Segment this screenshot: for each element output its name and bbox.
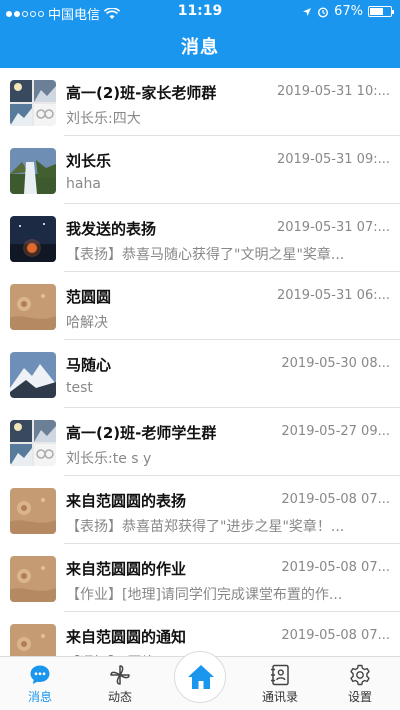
message-title: 范圆圆	[66, 288, 112, 306]
message-row[interactable]: 来自范圆圆的作业 2019-05-08 07... 【作业】[地理]请同学们完成课堂…	[0, 544, 400, 612]
tab-contacts[interactable]: 通讯录	[250, 657, 310, 710]
message-time: 2019-05-27 09...	[281, 424, 390, 439]
message-preview: 刘长乐:te s y	[66, 451, 152, 467]
chat-bubble-icon	[30, 665, 50, 684]
home-icon	[188, 665, 214, 689]
message-time: 2019-05-30 08...	[281, 356, 390, 371]
page-title: 消息	[181, 37, 219, 58]
message-title: 高一(2)班-家长老师群	[66, 84, 217, 102]
message-row[interactable]: 马随心 2019-05-30 08... test	[0, 340, 400, 408]
message-title: 我发送的表扬	[66, 220, 157, 238]
avatar	[10, 624, 56, 656]
message-time: 2019-05-31 09:...	[276, 152, 390, 167]
message-title: 马随心	[66, 356, 112, 374]
message-preview: test	[66, 380, 93, 396]
home-button[interactable]	[174, 651, 226, 703]
tab-settings[interactable]: 设置	[330, 657, 390, 710]
message-row[interactable]: 高一(2)班-老师学生群 2019-05-27 09... 刘长乐:te s y	[0, 408, 400, 476]
battery-level	[370, 8, 384, 15]
gear-icon	[350, 664, 370, 686]
tab-bar: 消息 动态 通讯录 设置	[0, 651, 400, 710]
message-time: 2019-05-08 07...	[281, 560, 390, 575]
avatar	[10, 284, 56, 330]
battery-percent: 67%	[334, 4, 363, 19]
tab-moments-label: 动态	[107, 690, 132, 704]
avatar	[10, 216, 56, 262]
message-time: 2019-05-31 07:...	[276, 220, 390, 235]
avatar	[10, 80, 56, 126]
status-bar-right: 67%	[302, 4, 394, 19]
message-preview: 哈解决	[66, 315, 108, 331]
message-list[interactable]: 高一(2)班-家长老师群 2019-05-31 10:... 刘长乐:四大 刘长乐 20…	[0, 68, 400, 656]
message-title: 来自范圆圆的作业	[66, 560, 187, 578]
battery-icon	[368, 6, 394, 17]
tab-contacts-label: 通讯录	[261, 690, 298, 704]
avatar	[10, 420, 56, 466]
alarm-icon	[318, 6, 329, 18]
message-time: 2019-05-08 07...	[281, 628, 390, 643]
avatar	[10, 352, 56, 398]
avatar	[10, 556, 56, 602]
message-preview: 【表扬】恭喜苗郑获得了"进步之星"奖章！...	[66, 519, 345, 535]
message-time: 2019-05-31 06:...	[276, 288, 390, 303]
message-title: 刘长乐	[66, 152, 112, 170]
message-row[interactable]: 高一(2)班-家长老师群 2019-05-31 10:... 刘长乐:四大	[0, 68, 400, 136]
status-bar: 中国电信 11:19 67%	[0, 0, 400, 24]
message-preview: 刘长乐:四大	[66, 111, 141, 127]
message-row[interactable]: 来自范圆圆的通知2019-05-08 07...【通知】[图片]	[0, 612, 400, 656]
message-preview: 【作业】[地理]请同学们完成课堂布置的作...	[66, 587, 343, 603]
app-root: 中国电信 11:19 67% 消息 高一(2)班-家长老师群 2019-05-31…	[0, 0, 400, 710]
header: 消息	[0, 24, 400, 68]
avatar	[10, 488, 56, 534]
tab-settings-label: 设置	[347, 690, 372, 704]
message-row[interactable]: 范圆圆 2019-05-31 06:... 哈解决	[0, 272, 400, 340]
message-title: 来自范圆圆的表扬	[66, 492, 187, 510]
message-row[interactable]: 来自范圆圆的表扬 2019-05-08 07... 【表扬】恭喜苗郑获得了"进步之星…	[0, 476, 400, 544]
avatar	[10, 148, 56, 194]
message-title: 来自范圆圆的通知	[66, 628, 187, 646]
message-title: 高一(2)班-老师学生群	[66, 424, 217, 442]
message-row[interactable]: 刘长乐 2019-05-31 09:... haha	[0, 136, 400, 204]
message-row[interactable]: 我发送的表扬 2019-05-31 07:... 【表扬】恭喜马随心获得了"文明之星…	[0, 204, 400, 272]
tab-moments[interactable]: 动态	[90, 657, 150, 710]
message-time: 2019-05-31 10:...	[276, 84, 390, 99]
pinwheel-icon	[110, 665, 130, 685]
tab-messages[interactable]: 消息	[10, 657, 70, 710]
location-arrow-icon	[303, 7, 312, 16]
message-time: 2019-05-08 07...	[281, 492, 390, 507]
address-book-icon	[271, 664, 289, 686]
message-preview: haha	[66, 176, 101, 192]
tab-messages-label: 消息	[27, 690, 52, 704]
message-preview: 【表扬】恭喜马随心获得了"文明之星"奖章...	[66, 247, 345, 263]
